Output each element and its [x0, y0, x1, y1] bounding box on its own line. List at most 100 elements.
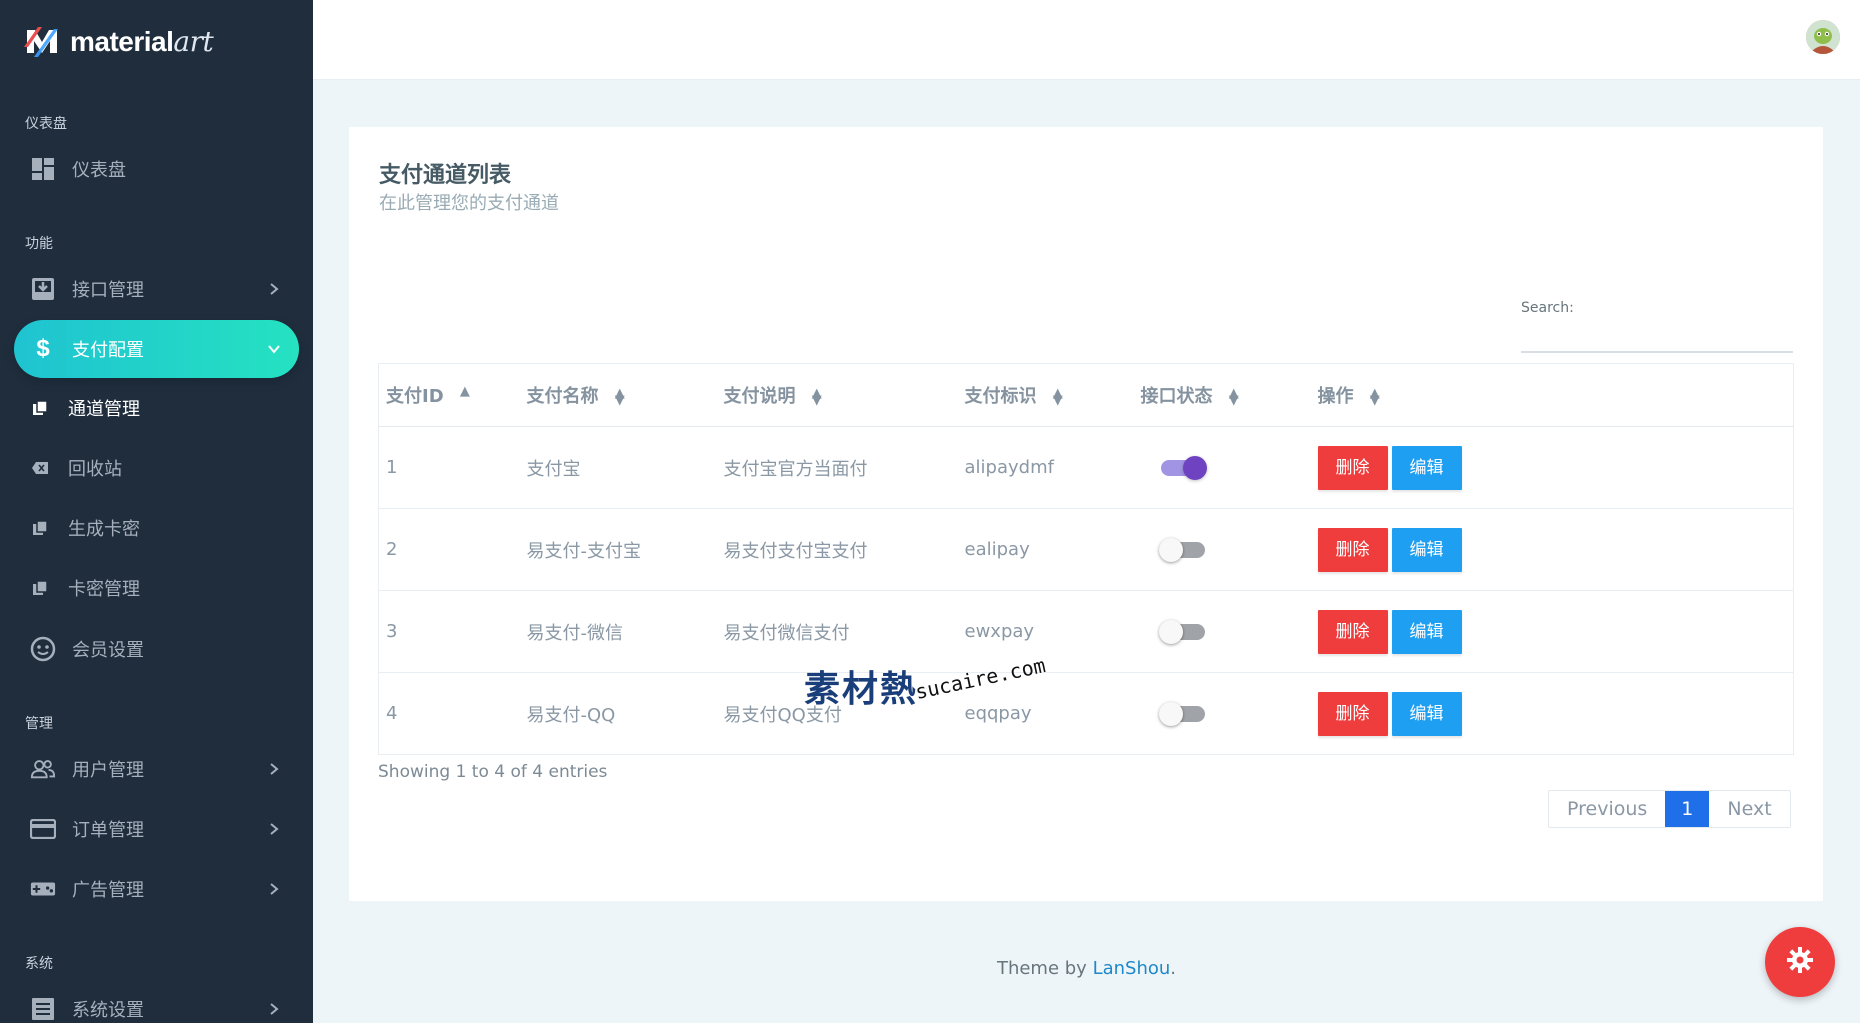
- search-label: Search:: [1521, 300, 1574, 316]
- cell-actions: 删除 编辑: [1310, 508, 1794, 591]
- sidebar-item-ads[interactable]: 广告管理: [14, 860, 299, 918]
- chevron-right-icon: [263, 278, 285, 300]
- edit-button[interactable]: 编辑: [1391, 527, 1462, 572]
- cell-key: ewxpay: [957, 590, 1134, 673]
- page-subtitle: 在此管理您的支付通道: [379, 193, 559, 214]
- brand-name: materialart: [70, 24, 214, 58]
- list-box-icon: [30, 996, 56, 1022]
- column-header-status[interactable]: 接口状态 ▲ ▼: [1133, 363, 1311, 427]
- delete-button[interactable]: 删除: [1317, 527, 1388, 572]
- chevron-down-icon: [263, 338, 285, 360]
- sidebar-subitem-label: 卡密管理: [68, 579, 140, 600]
- dashboard-icon: [30, 156, 56, 182]
- credit-card-icon: [30, 816, 56, 842]
- column-header-actions[interactable]: 操作 ▲ ▼: [1310, 363, 1794, 427]
- toggle-knob: [1158, 620, 1183, 644]
- pagination-page-current[interactable]: 1: [1665, 791, 1710, 827]
- cell-status: [1133, 672, 1311, 755]
- sidebar-item-api[interactable]: 接口管理: [14, 260, 299, 318]
- sidebar: materialart 仪表盘 仪表盘 功能 接口管理 $ 支付配置 通道管理 …: [0, 0, 313, 1023]
- search-input[interactable]: [1521, 327, 1793, 353]
- delete-button[interactable]: 删除: [1317, 609, 1388, 654]
- table-row: 4 易支付-QQ 易支付QQ支付 eqqpay 删除 编辑: [378, 672, 1794, 755]
- dollar-icon: $: [36, 335, 50, 362]
- sidebar-item-payment[interactable]: $ 支付配置: [14, 320, 299, 378]
- sidebar-subitem-gen-card[interactable]: 生成卡密: [30, 508, 290, 548]
- section-label-system: 系统: [25, 956, 53, 972]
- users-icon: [30, 756, 56, 782]
- sidebar-item-label: 系统设置: [72, 1000, 144, 1021]
- page-title: 支付通道列表: [379, 163, 512, 188]
- pagination: Previous 1 Next: [1548, 790, 1791, 828]
- column-header-desc[interactable]: 支付说明 ▲ ▼: [716, 363, 958, 427]
- sidebar-item-dashboard[interactable]: 仪表盘: [14, 140, 299, 198]
- sort-icon: ▲ ▼: [614, 386, 625, 408]
- cell-desc: 易支付支付宝支付: [716, 508, 958, 591]
- sidebar-subitem-channel[interactable]: 通道管理: [30, 388, 290, 428]
- cell-status: [1133, 426, 1311, 509]
- footer-prefix: Theme by: [996, 958, 1093, 979]
- cell-id: 1: [378, 426, 520, 509]
- cell-name: 易支付-支付宝: [519, 508, 717, 591]
- cell-actions: 删除 编辑: [1310, 590, 1794, 673]
- sort-icon: ▲ ▼: [1369, 386, 1380, 408]
- materialart-logo-icon: [24, 23, 60, 59]
- user-avatar[interactable]: [1806, 20, 1840, 54]
- cell-id: 4: [378, 672, 520, 755]
- pagination-previous[interactable]: Previous: [1549, 791, 1665, 827]
- sidebar-item-member[interactable]: 会员设置: [14, 620, 299, 678]
- cell-key: alipaydmf: [957, 426, 1134, 509]
- channel-list-card: 支付通道列表 在此管理您的支付通道 Search: 支付ID ▲ 支付名称 ▲ ▼…: [349, 127, 1823, 901]
- table-row: 1 支付宝 支付宝官方当面付 alipaydmf 删除 编辑: [378, 426, 1794, 509]
- sidebar-subitem-label: 通道管理: [68, 399, 140, 420]
- delete-button[interactable]: 删除: [1317, 691, 1388, 736]
- toggle-knob: [1158, 538, 1183, 562]
- status-toggle[interactable]: [1158, 538, 1205, 562]
- toggle-knob: [1182, 456, 1207, 480]
- chevron-right-icon: [263, 878, 285, 900]
- cell-desc: 易支付QQ支付: [716, 672, 958, 755]
- status-toggle[interactable]: [1158, 702, 1205, 726]
- sidebar-item-label: 接口管理: [72, 280, 144, 301]
- chevron-right-icon: [263, 818, 285, 840]
- copy-icon: [30, 398, 50, 418]
- edit-button[interactable]: 编辑: [1391, 609, 1462, 654]
- pagination-next[interactable]: Next: [1709, 791, 1789, 827]
- sidebar-item-settings[interactable]: 系统设置: [14, 980, 299, 1023]
- cell-actions: 删除 编辑: [1310, 426, 1794, 509]
- sidebar-item-label: 会员设置: [72, 640, 144, 661]
- cell-actions: 删除 编辑: [1310, 672, 1794, 755]
- sidebar-item-label: 仪表盘: [72, 160, 126, 181]
- brand-logo[interactable]: materialart: [24, 22, 214, 60]
- sort-asc-icon: ▲: [459, 384, 470, 399]
- gamepad-icon: [30, 876, 56, 902]
- footer-link[interactable]: LanShou: [1093, 958, 1171, 979]
- toggle-knob: [1158, 702, 1183, 726]
- status-toggle[interactable]: [1158, 620, 1205, 644]
- cell-status: [1133, 508, 1311, 591]
- sidebar-item-users[interactable]: 用户管理: [14, 740, 299, 798]
- sort-icon: ▲ ▼: [1228, 386, 1239, 408]
- column-header-id[interactable]: 支付ID ▲: [378, 363, 520, 427]
- sidebar-item-orders[interactable]: 订单管理: [14, 800, 299, 858]
- edit-button[interactable]: 编辑: [1391, 445, 1462, 490]
- smile-icon: [30, 636, 56, 662]
- status-toggle[interactable]: [1160, 456, 1207, 480]
- column-header-name[interactable]: 支付名称 ▲ ▼: [519, 363, 717, 427]
- chevron-right-icon: [263, 998, 285, 1020]
- table-info: Showing 1 to 4 of 4 entries: [378, 762, 608, 782]
- backspace-icon: [30, 458, 50, 478]
- cell-id: 3: [378, 590, 520, 673]
- section-label-features: 功能: [25, 236, 53, 252]
- delete-button[interactable]: 删除: [1317, 445, 1388, 490]
- sort-icon: ▲ ▼: [1052, 386, 1063, 408]
- settings-fab-button[interactable]: [1765, 927, 1835, 997]
- section-label-dashboard: 仪表盘: [25, 116, 67, 132]
- topbar: [313, 0, 1860, 80]
- sidebar-subitem-recycle[interactable]: 回收站: [30, 448, 290, 488]
- column-header-key[interactable]: 支付标识 ▲ ▼: [957, 363, 1134, 427]
- sidebar-item-label: 订单管理: [72, 820, 144, 841]
- cell-status: [1133, 590, 1311, 673]
- sidebar-subitem-card-manage[interactable]: 卡密管理: [30, 568, 290, 608]
- edit-button[interactable]: 编辑: [1391, 691, 1462, 736]
